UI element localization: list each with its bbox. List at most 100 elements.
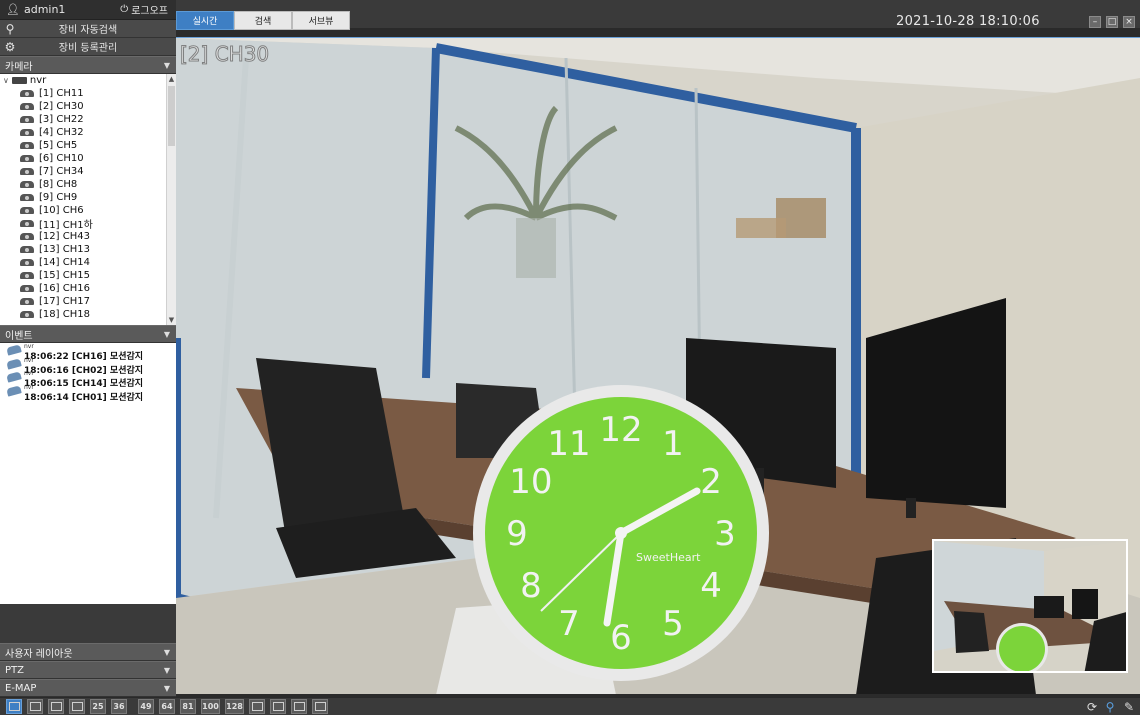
- user-name: admin1: [23, 3, 66, 16]
- layout-button[interactable]: 25: [90, 699, 106, 714]
- video-viewport[interactable]: 12 1 2 3 4 5 6 7 8 9 10 11 SweetHeart [2] CH30: [176, 37, 1140, 694]
- layout-button[interactable]: [48, 699, 64, 714]
- camera-item[interactable]: [7] CH34: [0, 165, 176, 178]
- camera-icon: [20, 194, 34, 201]
- menu-device-register[interactable]: ⚙ 장비 등록관리: [0, 38, 176, 56]
- layout-button[interactable]: 100: [201, 699, 220, 714]
- camera-item[interactable]: [11] CH1하: [0, 217, 176, 231]
- camera-item[interactable]: [12] CH43: [0, 230, 176, 243]
- camera-icon: [20, 298, 34, 305]
- panel-emap[interactable]: E-MAP ▼: [0, 679, 176, 697]
- chevron-down-icon: ▼: [163, 329, 170, 339]
- layout-button[interactable]: [69, 699, 85, 714]
- menu-auto-search[interactable]: ⚲ 장비 자동검색: [0, 20, 176, 38]
- camera-item[interactable]: [14] CH14: [0, 256, 176, 269]
- clock-number: 9: [506, 514, 528, 554]
- camera-item[interactable]: [16] CH16: [0, 282, 176, 295]
- camera-icon: [20, 220, 34, 227]
- layout-button-label: 49: [140, 702, 152, 711]
- layout-button[interactable]: [291, 699, 307, 714]
- layout-button[interactable]: 81: [180, 699, 196, 714]
- top-bar: 실시간 검색 서브뷰 2021-10-28 18:10:06 – □ ×: [176, 0, 1140, 30]
- panel-ptz[interactable]: PTZ ▼: [0, 661, 176, 679]
- camera-icon: [20, 181, 34, 188]
- minimize-button[interactable]: –: [1089, 16, 1101, 28]
- tab-live[interactable]: 실시간: [176, 11, 234, 30]
- camera-item[interactable]: [6] CH10: [0, 152, 176, 165]
- camera-item[interactable]: [18] CH18: [0, 308, 176, 321]
- scroll-up-icon[interactable]: ▲: [167, 74, 176, 84]
- panel-emap-label: E-MAP: [5, 682, 37, 694]
- camera-item[interactable]: [4] CH32: [0, 126, 176, 139]
- camera-item[interactable]: [3] CH22: [0, 113, 176, 126]
- clock-number: 3: [714, 514, 736, 554]
- grid-icon: [29, 702, 41, 711]
- clock-number: 12: [599, 410, 642, 450]
- camera-item[interactable]: [17] CH17: [0, 295, 176, 308]
- camera-item[interactable]: [9] CH9: [0, 191, 176, 204]
- layout-button-label: 128: [226, 702, 243, 711]
- layout-button[interactable]: [312, 699, 328, 714]
- camera-item-label: [15] CH15: [39, 270, 90, 281]
- layout-button[interactable]: [249, 699, 265, 714]
- camera-item[interactable]: [8] CH8: [0, 178, 176, 191]
- layout-button[interactable]: 64: [159, 699, 175, 714]
- layout-button[interactable]: [270, 699, 286, 714]
- camera-item[interactable]: [15] CH15: [0, 269, 176, 282]
- event-section-header[interactable]: 이벤트 ▼: [0, 325, 176, 343]
- panel-ptz-label: PTZ: [5, 664, 24, 676]
- layout-button[interactable]: 49: [138, 699, 154, 714]
- camera-item-label: [18] CH18: [39, 309, 90, 320]
- camera-icon: [20, 90, 34, 97]
- camera-icon: [20, 285, 34, 292]
- scroll-down-icon[interactable]: ▼: [167, 315, 176, 325]
- close-button[interactable]: ×: [1123, 16, 1135, 28]
- camera-item-label: [13] CH13: [39, 244, 90, 255]
- tab-search[interactable]: 검색: [234, 11, 292, 30]
- expand-icon[interactable]: ∨: [3, 76, 9, 85]
- logout-label: 로그오프: [131, 6, 168, 17]
- camera-item[interactable]: [1] CH11: [0, 87, 176, 100]
- camera-item[interactable]: [13] CH13: [0, 243, 176, 256]
- event-item[interactable]: nvr 18:06:14 [CH01] 모션감지: [0, 384, 176, 403]
- event-list: nvr 18:06:22 [CH16] 모션감지 nvr 18:06:16 [CH02…: [0, 343, 176, 604]
- camera-item-label: [12] CH43: [39, 231, 90, 242]
- datetime-display: 2021-10-28 18:10:06: [896, 14, 1040, 29]
- tree-root-nvr[interactable]: ∨ nvr: [0, 74, 176, 87]
- sidebar: 👤︎ admin1 ⏻ 로그오프 ⚲ 장비 자동검색 ⚙ 장비 등록관리 카메라…: [0, 0, 176, 697]
- clock-brand: SweetHeart: [636, 551, 701, 564]
- scroll-thumb[interactable]: [168, 86, 175, 146]
- grid-icon: [8, 702, 20, 711]
- camera-icon: [20, 168, 34, 175]
- channel-label: [2] CH30: [179, 42, 270, 67]
- pen-icon[interactable]: ✎: [1121, 699, 1137, 715]
- layout-button[interactable]: 36: [111, 699, 127, 714]
- camera-icon: [20, 233, 34, 240]
- camera-item-label: [6] CH10: [39, 153, 84, 164]
- camera-tree-scrollbar[interactable]: ▲ ▼: [166, 74, 176, 325]
- camera-item-label: [11] CH1하: [39, 220, 93, 231]
- user-info: 👤︎ admin1: [6, 3, 65, 16]
- layout-button[interactable]: 128: [225, 699, 244, 714]
- grid-icon: [272, 702, 284, 711]
- camera-item-label: [10] CH6: [39, 205, 84, 216]
- camera-section-header[interactable]: 카메라 ▼: [0, 56, 176, 74]
- event-camera-icon: [6, 384, 22, 397]
- event-camera-icon: [6, 344, 22, 356]
- layout-button[interactable]: [27, 699, 43, 714]
- zoom-icon[interactable]: ⚲: [1102, 699, 1118, 715]
- maximize-button[interactable]: □: [1106, 16, 1118, 28]
- camera-item[interactable]: [2] CH30: [0, 100, 176, 113]
- panel-user-layout[interactable]: 사용자 레이아웃 ▼: [0, 643, 176, 661]
- pip-preview[interactable]: [932, 539, 1128, 673]
- layout-button[interactable]: [6, 699, 22, 714]
- logout-button[interactable]: ⏻ 로그오프: [120, 2, 168, 17]
- tab-subview[interactable]: 서브뷰: [292, 11, 350, 30]
- refresh-icon[interactable]: ⟳: [1084, 699, 1100, 715]
- camera-item-label: [7] CH34: [39, 166, 84, 177]
- camera-item[interactable]: [5] CH5: [0, 139, 176, 152]
- camera-icon: [20, 259, 34, 266]
- camera-section-title: 카메라: [5, 61, 33, 73]
- camera-icon: [20, 207, 34, 214]
- event-section-title: 이벤트: [5, 330, 33, 342]
